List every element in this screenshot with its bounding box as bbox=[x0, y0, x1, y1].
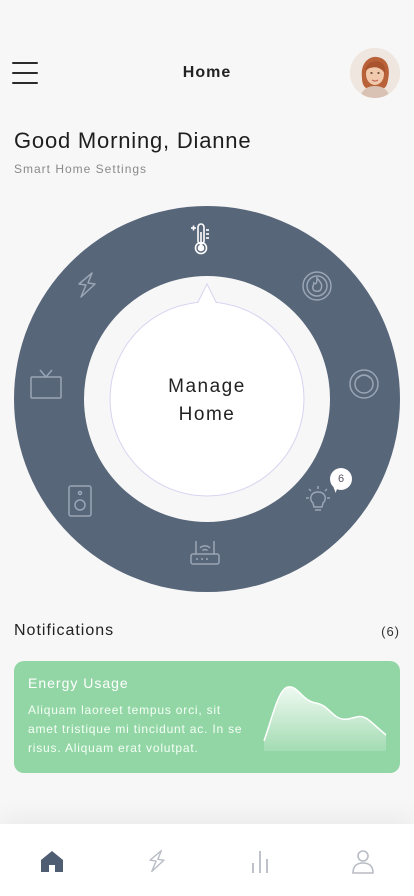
energy-graph-icon bbox=[263, 686, 387, 751]
tv-icon[interactable] bbox=[29, 368, 69, 408]
speaker-icon[interactable] bbox=[66, 484, 106, 524]
subtitle: Smart Home Settings bbox=[14, 162, 148, 176]
flame-icon[interactable] bbox=[301, 270, 341, 310]
greeting-heading: Good Morning, Dianne bbox=[14, 128, 252, 153]
bottom-nav bbox=[0, 824, 414, 896]
lightning-icon[interactable] bbox=[72, 270, 112, 310]
energy-usage-card[interactable]: Energy Usage Aliquam laoreet tempus orci… bbox=[14, 661, 400, 773]
bar-chart-icon[interactable] bbox=[245, 846, 275, 876]
lightning-nav-icon[interactable] bbox=[142, 846, 172, 876]
app-header: Home bbox=[0, 44, 414, 102]
wifi-router-icon[interactable] bbox=[188, 536, 228, 576]
avatar[interactable] bbox=[350, 48, 400, 98]
lights-badge: 6 bbox=[330, 468, 352, 490]
notifications-count: (6) bbox=[381, 624, 400, 639]
manage-home-button[interactable]: Manage Home bbox=[110, 373, 304, 429]
card-text: Aliquam laoreet tempus orci, sit amet tr… bbox=[28, 703, 243, 755]
center-label-line1: Manage bbox=[168, 376, 246, 397]
home-icon[interactable] bbox=[37, 846, 67, 876]
device-dial: 6 Manage Home bbox=[14, 206, 400, 592]
user-icon[interactable] bbox=[348, 846, 378, 876]
thermometer-icon[interactable] bbox=[188, 222, 228, 262]
center-label-line2: Home bbox=[178, 404, 236, 425]
robot-vacuum-icon[interactable] bbox=[348, 368, 388, 408]
card-title: Energy Usage bbox=[28, 675, 129, 691]
notifications-heading: Notifications bbox=[14, 622, 115, 639]
